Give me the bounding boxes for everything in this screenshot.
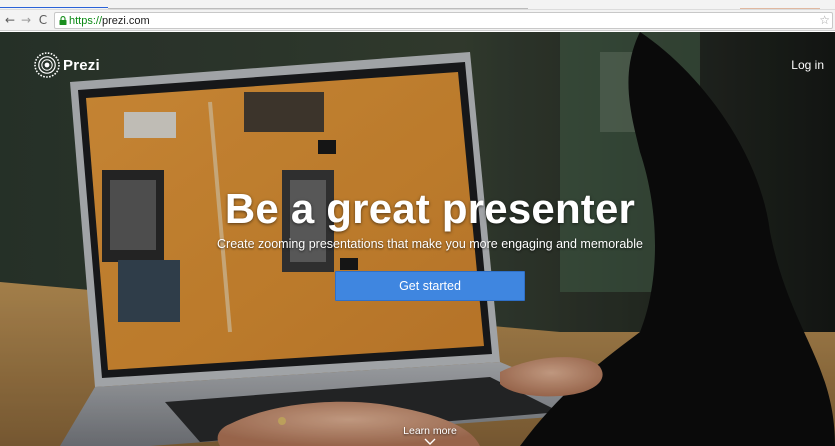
hero-subheadline: Create zooming presentations that make y… [217,237,643,251]
learn-more-link[interactable]: Learn more [380,425,480,438]
link-underline [0,7,108,8]
reload-icon[interactable]: C [36,13,50,28]
prezi-logo-icon [34,52,60,78]
divider [108,8,528,9]
chevron-down-icon[interactable] [424,438,436,445]
back-arrow-icon[interactable]: ← [3,13,17,28]
forward-arrow-icon[interactable]: → [19,13,33,28]
prezi-logo[interactable]: Prezi [34,52,100,78]
hero-section: Prezi Log in Be a great presenter Create… [0,32,835,446]
top-toolbar-strip [0,0,835,10]
browser-toolbar: ← → C https://prezi.com ☆ [0,10,835,31]
lock-icon [59,16,67,25]
login-link[interactable]: Log in [791,58,824,72]
hero-headline: Be a great presenter [224,185,636,232]
star-icon[interactable]: ☆ [819,13,830,28]
url-text[interactable]: https://prezi.com [69,14,150,28]
url-scheme: https:// [69,15,103,27]
url-host: prezi.com [102,15,150,27]
prezi-logo-text: Prezi [63,56,100,74]
divider [740,8,820,9]
get-started-button[interactable]: Get started [335,271,525,301]
address-bar[interactable]: https://prezi.com ☆ [54,12,833,29]
